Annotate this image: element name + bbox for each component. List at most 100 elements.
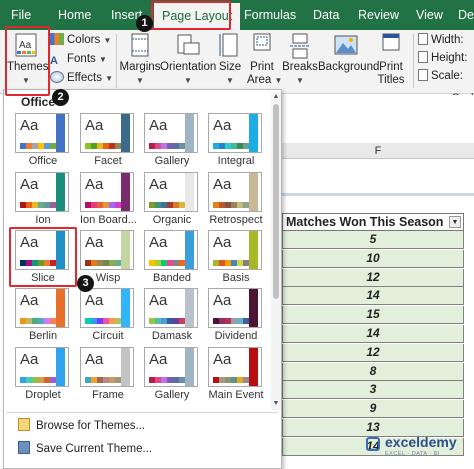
width-dropdown[interactable]: Width:	[418, 31, 464, 49]
theme-accent-bar	[121, 114, 130, 152]
theme-thumbnail[interactable]: Aa Organic	[144, 172, 200, 230]
theme-font-sample: Aa	[85, 117, 104, 134]
theme-color-swatch	[149, 377, 185, 383]
scrollbar-thumb[interactable]	[273, 104, 279, 299]
themes-button[interactable]: Aa Themes ▼	[7, 32, 49, 86]
theme-thumbnail[interactable]: Aa Facet	[80, 113, 136, 171]
print-titles-label-line2: Titles	[377, 74, 405, 86]
theme-thumbnail[interactable]: Aa Banded	[144, 230, 200, 288]
theme-preview-icon: Aa	[15, 113, 69, 153]
scroll-up-icon[interactable]: ▲	[272, 93, 280, 101]
theme-accent-bar	[249, 231, 258, 269]
table-header-cell[interactable]: Matches Won This Season ▼	[282, 213, 464, 231]
tab-data[interactable]: Data	[313, 0, 339, 30]
themes-gallery-dropdown: Office Aa Office Aa Facet Aa Gallery Aa Integra…	[3, 89, 282, 469]
theme-thumbnail[interactable]: Aa Gallery	[144, 113, 200, 171]
theme-preview-icon: Aa	[80, 347, 134, 387]
scroll-down-icon[interactable]: ▼	[272, 400, 280, 408]
scale-spinner[interactable]: Scale:	[418, 67, 463, 85]
theme-font-sample: Aa	[20, 234, 39, 251]
margins-button[interactable]: Margins ▼	[118, 32, 162, 86]
table-cell[interactable]: 15	[282, 306, 464, 325]
theme-thumbnail[interactable]: Aa Dividend	[208, 288, 264, 346]
theme-accent-bar	[56, 114, 65, 152]
theme-thumbnail[interactable]: Aa Retrospect	[208, 172, 264, 230]
ribbon-separator	[413, 34, 414, 88]
table-cell[interactable]: 5	[282, 231, 464, 249]
themes-label: Themes	[7, 61, 49, 73]
theme-thumbnail[interactable]: Aa Ion	[15, 172, 71, 230]
theme-color-swatch	[213, 143, 249, 149]
theme-color-swatch	[213, 202, 249, 208]
tab-page-layout[interactable]: Page Layout	[154, 3, 241, 30]
theme-preview-icon: Aa	[208, 347, 262, 387]
tab-developer[interactable]: De	[458, 0, 474, 30]
print-titles-button[interactable]: Print Titles	[374, 32, 408, 87]
theme-thumbnail[interactable]: Aa Slice	[15, 230, 71, 288]
theme-thumbnail[interactable]: Aa Basis	[208, 230, 264, 288]
size-button[interactable]: Size ▼	[217, 32, 243, 86]
table-cell[interactable]: 12	[282, 268, 464, 287]
theme-name: Gallery	[154, 155, 190, 167]
theme-thumbnail[interactable]: Aa Integral	[208, 113, 264, 171]
theme-color-swatch	[20, 143, 56, 149]
background-icon	[334, 35, 358, 55]
theme-name: Main Event	[208, 389, 264, 401]
theme-accent-bar	[185, 173, 194, 211]
colors-label: Colors	[67, 34, 101, 46]
browse-for-themes-item[interactable]: Browse for Themes...	[18, 417, 145, 435]
table-cell[interactable]: 12	[282, 343, 464, 362]
table-cell[interactable]: 3	[282, 381, 464, 400]
gallery-scrollbar[interactable]: ▲ ▼	[271, 92, 281, 410]
theme-accent-bar	[185, 231, 194, 269]
table-cell[interactable]: 10	[282, 249, 464, 268]
save-current-theme-item[interactable]: Save Current Theme...	[18, 440, 152, 458]
theme-thumbnail[interactable]: Aa Office	[15, 113, 71, 171]
theme-thumbnail[interactable]: Aa Droplet	[15, 347, 71, 405]
table-cell[interactable]: 8	[282, 362, 464, 381]
theme-font-sample: Aa	[149, 292, 168, 309]
theme-thumbnail[interactable]: Aa Frame	[80, 347, 136, 405]
breaks-button[interactable]: Breaks ▼	[282, 32, 318, 86]
table-cell[interactable]: 14	[282, 287, 464, 306]
theme-color-swatch	[149, 143, 185, 149]
tab-formulas[interactable]: Formulas	[244, 0, 296, 30]
theme-accent-bar	[121, 348, 130, 386]
save-icon	[18, 441, 30, 454]
effects-button[interactable]: Effects ▼	[50, 69, 113, 87]
tab-review[interactable]: Review	[358, 0, 399, 30]
table-cell[interactable]: 14	[282, 325, 464, 343]
size-icon	[219, 33, 238, 57]
tab-file[interactable]: File	[11, 0, 31, 30]
height-icon	[418, 51, 428, 63]
column-header-f[interactable]: F	[282, 143, 474, 159]
table-cell[interactable]: 9	[282, 400, 464, 419]
exceldemy-logo: exceldemy EXCEL · DATA · BI	[366, 434, 466, 460]
theme-thumbnail[interactable]: Aa Circuit	[80, 288, 136, 346]
theme-preview-icon: Aa	[15, 230, 69, 270]
filter-dropdown-icon[interactable]: ▼	[449, 216, 461, 228]
theme-preview-icon: Aa	[144, 230, 198, 270]
theme-accent-bar	[185, 114, 194, 152]
theme-thumbnail[interactable]: Aa Gallery	[144, 347, 200, 405]
fonts-button[interactable]: A Fonts ▼	[50, 50, 107, 68]
theme-thumbnail[interactable]: Aa Damask	[144, 288, 200, 346]
height-dropdown[interactable]: Height:	[418, 49, 467, 67]
background-button[interactable]: Background	[318, 32, 379, 74]
chevron-down-icon: ▼	[98, 55, 107, 64]
orientation-button[interactable]: Orientation ▼	[160, 32, 216, 86]
theme-thumbnail[interactable]: Aa Berlin	[15, 288, 71, 346]
theme-preview-icon: Aa	[15, 288, 69, 328]
theme-accent-bar	[121, 289, 130, 327]
theme-preview-icon: Aa	[144, 113, 198, 153]
colors-button[interactable]: Colors ▼	[50, 31, 111, 49]
theme-color-swatch	[85, 318, 121, 324]
tab-home[interactable]: Home	[58, 0, 91, 30]
print-titles-icon	[382, 33, 400, 51]
theme-thumbnail[interactable]: Aa Ion Board...	[80, 172, 137, 230]
theme-preview-icon: Aa	[80, 230, 134, 270]
print-area-button[interactable]: Print Area ▼	[247, 32, 282, 87]
orientation-label: Orientation	[160, 61, 217, 73]
tab-view[interactable]: View	[416, 0, 443, 30]
theme-thumbnail[interactable]: Aa Main Event	[208, 347, 264, 405]
